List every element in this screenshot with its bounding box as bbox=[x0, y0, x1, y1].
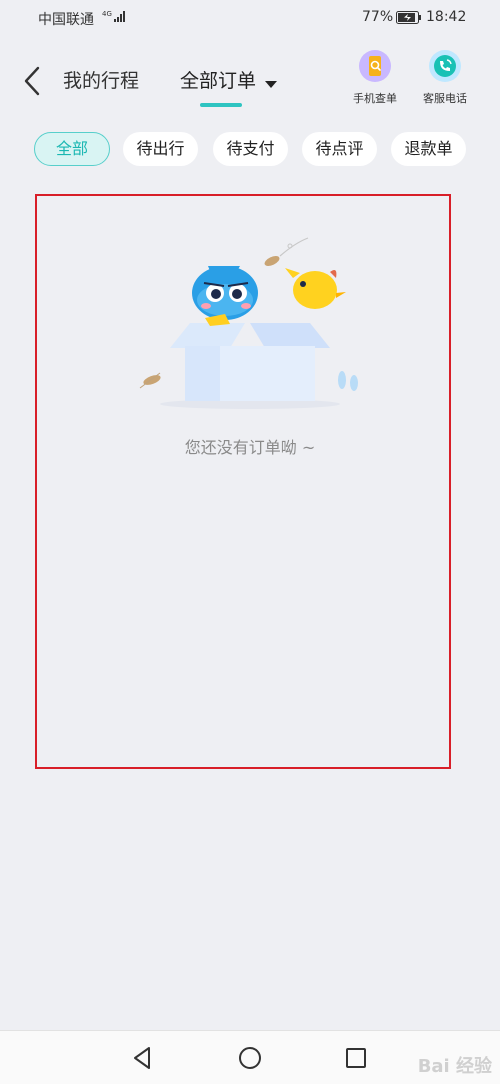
filter-refunds[interactable]: 退款单 bbox=[391, 132, 466, 166]
active-tab-indicator bbox=[200, 103, 242, 107]
order-filter-bar: 全部 待出行 待支付 待点评 退款单 bbox=[0, 132, 500, 168]
tab-my-trips[interactable]: 我的行程 bbox=[63, 66, 139, 93]
phone-call-icon bbox=[429, 50, 461, 82]
filter-pending-payment[interactable]: 待支付 bbox=[213, 132, 288, 166]
system-nav-bar: Bai 经验 bbox=[0, 1030, 500, 1084]
filter-pending-trip[interactable]: 待出行 bbox=[123, 132, 198, 166]
customer-service-label: 客服电话 bbox=[423, 92, 467, 105]
nav-back-button[interactable] bbox=[128, 1043, 158, 1073]
clock: 18:42 bbox=[426, 9, 467, 25]
signal-icon: 4G bbox=[102, 9, 128, 27]
nav-home-button[interactable] bbox=[235, 1043, 265, 1073]
square-recents-icon bbox=[346, 1048, 366, 1068]
customer-service-button[interactable]: 客服电话 bbox=[415, 50, 475, 106]
caret-down-icon[interactable] bbox=[265, 74, 277, 93]
battery-percent: 77% bbox=[362, 9, 394, 25]
empty-orders-illustration bbox=[130, 228, 370, 413]
chevron-left-icon bbox=[24, 66, 40, 96]
phone-lookup-label: 手机查单 bbox=[353, 92, 397, 105]
network-type: 4G bbox=[102, 10, 112, 18]
circle-home-icon bbox=[239, 1047, 261, 1069]
empty-orders-message: 您还没有订单呦 ~ bbox=[184, 438, 316, 457]
battery-icon bbox=[396, 11, 422, 28]
header: 我的行程 全部订单 手机查单 客服电话 bbox=[0, 36, 500, 116]
filter-all[interactable]: 全部 bbox=[34, 132, 110, 166]
back-button[interactable] bbox=[20, 64, 46, 98]
phone-search-icon bbox=[359, 50, 391, 82]
carrier-name: 中国联通 bbox=[38, 12, 94, 28]
triangle-back-icon bbox=[134, 1047, 150, 1069]
filter-pending-review[interactable]: 待点评 bbox=[302, 132, 377, 166]
watermark: Bai 经验 bbox=[417, 1056, 492, 1077]
phone-lookup-button[interactable]: 手机查单 bbox=[345, 50, 405, 106]
tab-all-orders[interactable]: 全部订单 bbox=[180, 66, 256, 93]
nav-recents-button[interactable] bbox=[341, 1043, 371, 1073]
status-bar: 中国联通 4G 77% 18:42 bbox=[0, 0, 500, 36]
